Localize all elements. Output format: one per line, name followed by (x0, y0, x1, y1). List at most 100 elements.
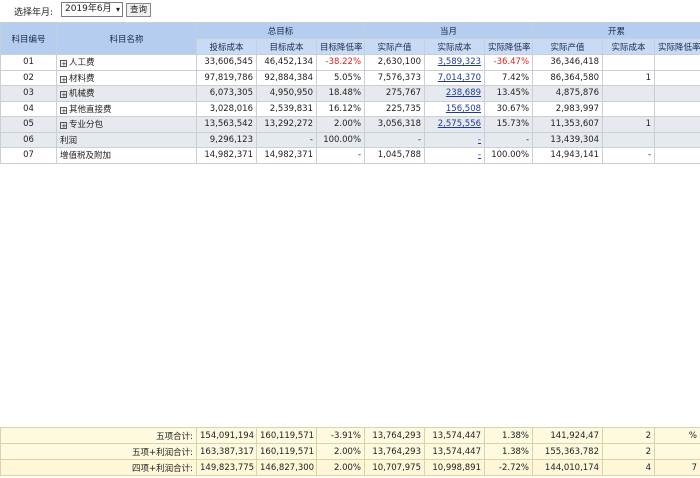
row-name-cell: + 机械费 (56, 85, 197, 102)
row-name-cell: + 其他直接费 (56, 100, 197, 117)
table-row: 03 + 机械费 6,073,305 4,950,950 18.48% 275,767 238… (0, 85, 700, 102)
row-code: 01 (0, 54, 57, 71)
summary-target-reduction: 2.00% (316, 443, 365, 460)
target-cost: 2,539,831 (256, 100, 317, 117)
month-actual-cost-link[interactable]: 3,589,323 (438, 57, 481, 67)
cum-actual-output: 36,346,418 (532, 54, 604, 71)
bid-cost: 97,819,786 (196, 69, 257, 86)
bid-cost: 14,982,371 (196, 147, 257, 164)
summary-cum-actual-output: 144,010,174 (532, 459, 603, 476)
summary-row: 五项+利润合计: 163,387,317 160,119,571 2.00% 13,76… (0, 443, 700, 460)
cum-actual-cost (602, 100, 656, 117)
summary-target-cost: 146,827,300 (256, 459, 317, 476)
expand-plus-icon[interactable]: + (60, 60, 67, 68)
month-actual-cost-link[interactable]: 2,575,556 (438, 119, 481, 129)
header-bid-cost: 投标成本 (196, 38, 257, 55)
target-reduction: 2.00% (315, 116, 366, 133)
summary-row: 四项+利润合计: 149,823,775 146,827,300 2.00% 10,70… (0, 459, 700, 476)
summary-target-reduction: -3.91% (316, 427, 365, 444)
summary-cum-actual-reduction: % (654, 427, 700, 444)
bid-cost: 6,073,305 (196, 85, 257, 102)
month-actual-cost-link[interactable]: 156,508 (446, 104, 481, 114)
period-select[interactable]: 2019年6月 ▾ (61, 2, 123, 17)
month-actual-reduction: -36.47% (484, 54, 534, 71)
row-name-cell: 增值税及附加 (56, 147, 197, 164)
cum-actual-reduction (654, 100, 700, 117)
summary-cum-actual-cost: 4 (602, 459, 655, 476)
summary-target-cost: 160,119,571 (256, 427, 317, 444)
period-value: 2019年6月 (65, 4, 112, 14)
row-name: 其他直接费 (69, 104, 112, 115)
table-row: 04 + 其他直接费 3,028,016 2,539,831 16.12% 225,735 1… (0, 100, 700, 117)
month-actual-output: 2,630,100 (364, 54, 426, 71)
period-label: 选择年月: (14, 8, 54, 18)
target-reduction: - (315, 147, 366, 164)
row-name: 增值税及附加 (60, 151, 112, 162)
header-cum-actual-reduction: 实际降低率 (654, 38, 700, 55)
cum-actual-reduction (654, 131, 700, 148)
summary-month-actual-reduction: 1.38% (484, 443, 533, 460)
month-actual-reduction: 7.42% (484, 69, 534, 86)
summary-month-actual-output: 13,764,293 (364, 427, 425, 444)
summary-label: 五项合计: (0, 427, 197, 444)
month-actual-output: 225,735 (364, 100, 426, 117)
target-cost: 46,452,134 (256, 54, 317, 71)
target-cost: 92,884,384 (256, 69, 317, 86)
summary-target-reduction: 2.00% (316, 459, 365, 476)
summary-label: 五项+利润合计: (0, 443, 197, 460)
month-actual-cost-cell: 156,508 (424, 100, 486, 117)
summary-month-actual-cost: 10,998,891 (424, 459, 485, 476)
cum-actual-reduction (654, 85, 700, 102)
row-name-cell: + 专业分包 (56, 116, 197, 133)
query-button[interactable]: 查询 (126, 3, 151, 17)
month-actual-cost-link[interactable]: 7,014,370 (438, 73, 481, 83)
row-code: 02 (0, 69, 57, 86)
expand-plus-icon[interactable]: + (60, 91, 67, 99)
summary-bid-cost: 163,387,317 (196, 443, 257, 460)
cum-actual-output: 86,364,580 (532, 69, 604, 86)
target-reduction: 100.00% (315, 131, 366, 148)
summary-cum-actual-cost: 2 (602, 443, 655, 460)
chevron-down-icon: ▾ (115, 5, 120, 14)
summary-cum-actual-output: 141,924,47 (532, 427, 603, 444)
month-actual-cost-link[interactable]: 238,689 (446, 88, 481, 98)
cum-actual-cost: - (602, 147, 656, 164)
month-actual-cost-link[interactable]: - (478, 150, 481, 160)
target-reduction: 16.12% (315, 100, 366, 117)
table-row: 01 + 人工费 33,606,545 46,452,134 -38.22% 2,630,1… (0, 54, 700, 71)
month-actual-output: 1,045,788 (364, 147, 426, 164)
table-row: 06 利润 9,296,123-100.00% - - -13,439,304 (0, 131, 700, 148)
month-actual-cost-link[interactable]: - (478, 135, 481, 145)
cum-actual-cost (602, 54, 656, 71)
month-actual-cost-cell: - (424, 131, 486, 148)
row-name-cell: + 材料费 (56, 69, 197, 86)
row-code: 05 (0, 116, 57, 133)
bid-cost: 3,028,016 (196, 100, 257, 117)
month-actual-reduction: 30.67% (484, 100, 534, 117)
expand-plus-icon[interactable]: + (60, 106, 67, 114)
target-cost: - (256, 131, 317, 148)
bid-cost: 33,606,545 (196, 54, 257, 71)
bid-cost: 9,296,123 (196, 131, 257, 148)
row-code: 04 (0, 100, 57, 117)
header-target-reduction: 目标降低率 (315, 38, 366, 55)
cum-actual-reduction (654, 147, 700, 164)
table-row: 02 + 材料费 97,819,786 92,884,384 5.05% 7,576,373… (0, 69, 700, 86)
month-actual-cost-cell: 3,589,323 (424, 54, 486, 71)
target-cost: 4,950,950 (256, 85, 317, 102)
expand-plus-icon[interactable]: + (60, 75, 67, 83)
cum-actual-cost (602, 85, 656, 102)
cum-actual-output: 4,875,876 (532, 85, 604, 102)
cum-actual-cost (602, 131, 656, 148)
summary-bid-cost: 154,091,194 (196, 427, 257, 444)
summary-row: 五项合计: 154,091,194 160,119,571 -3.91% 13,764,… (0, 427, 700, 444)
summary-bid-cost: 149,823,775 (196, 459, 257, 476)
header-group-total: 总目标 (195, 22, 366, 39)
table-row: 07 增值税及附加 14,982,371 14,982,371-1,045,788-1… (0, 147, 700, 164)
cum-actual-reduction (654, 69, 700, 86)
summary-month-actual-output: 10,707,975 (364, 459, 425, 476)
cum-actual-output: 11,353,607 (532, 116, 604, 133)
row-name: 利润 (60, 135, 78, 146)
expand-plus-icon[interactable]: + (60, 122, 67, 130)
summary-label: 四项+利润合计: (0, 459, 197, 476)
